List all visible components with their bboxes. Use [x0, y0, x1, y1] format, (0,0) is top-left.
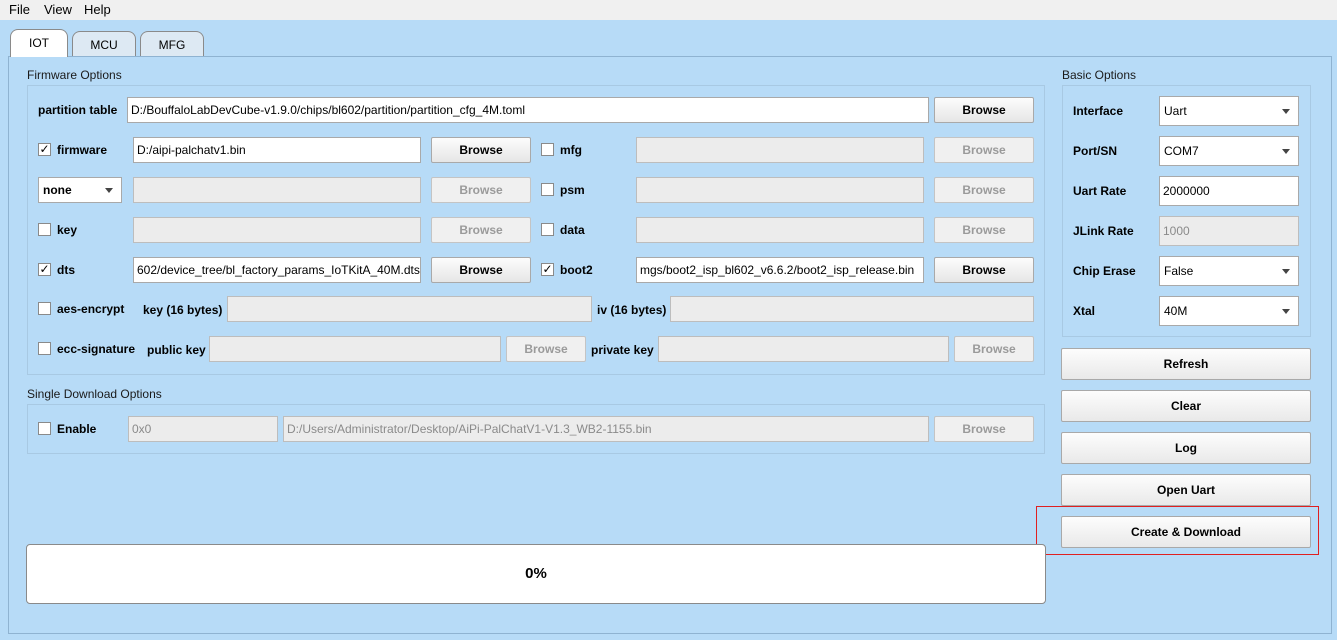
- private-key-label: private key: [591, 343, 654, 357]
- partition-type-select[interactable]: none: [38, 177, 122, 203]
- key-label: key: [57, 223, 78, 237]
- mfg-label: mfg: [560, 143, 582, 157]
- mfg-browse-button[interactable]: Browse: [934, 137, 1034, 163]
- chip-erase-value: False: [1164, 264, 1194, 278]
- psm-input[interactable]: [636, 177, 924, 203]
- xtal-label: Xtal: [1073, 304, 1096, 318]
- private-key-browse-button[interactable]: Browse: [954, 336, 1034, 362]
- partition-table-browse-button[interactable]: Browse: [934, 97, 1034, 123]
- private-key-input[interactable]: [658, 336, 949, 362]
- partition-table-label: partition table: [38, 103, 118, 117]
- basic-options-title: Basic Options: [1062, 68, 1137, 82]
- dts-checkbox[interactable]: ✓: [38, 263, 51, 276]
- jlink-rate-input[interactable]: 1000: [1159, 216, 1299, 246]
- single-download-enable-checkbox[interactable]: [38, 422, 51, 435]
- chevron-down-icon: [105, 188, 113, 193]
- firmware-options-title: Firmware Options: [27, 68, 122, 82]
- interface-select[interactable]: Uart: [1159, 96, 1299, 126]
- port-value: COM7: [1164, 144, 1199, 158]
- key-checkbox[interactable]: [38, 223, 51, 236]
- psm-browse-button[interactable]: Browse: [934, 177, 1034, 203]
- single-download-address-input[interactable]: 0x0: [128, 416, 278, 442]
- xtal-value: 40M: [1164, 304, 1188, 318]
- chip-erase-label: Chip Erase: [1073, 264, 1136, 278]
- clear-button[interactable]: Clear: [1061, 390, 1311, 422]
- key-browse-button[interactable]: Browse: [431, 217, 531, 243]
- menu-file[interactable]: File: [9, 2, 30, 17]
- boot2-checkbox[interactable]: ✓: [541, 263, 554, 276]
- key-input[interactable]: [133, 217, 421, 243]
- none-browse-button[interactable]: Browse: [431, 177, 531, 203]
- ecc-signature-label: ecc-signature: [57, 342, 136, 356]
- psm-label: psm: [560, 183, 585, 197]
- firmware-checkbox[interactable]: ✓: [38, 143, 51, 156]
- none-input[interactable]: [133, 177, 421, 203]
- refresh-button[interactable]: Refresh: [1061, 348, 1311, 380]
- public-key-browse-button[interactable]: Browse: [506, 336, 586, 362]
- uart-rate-input[interactable]: 2000000: [1159, 176, 1299, 206]
- single-download-enable-label: Enable: [57, 422, 97, 436]
- single-download-browse-button[interactable]: Browse: [934, 416, 1034, 442]
- firmware-browse-button[interactable]: Browse: [431, 137, 531, 163]
- boot2-input[interactable]: mgs/boot2_isp_bl602_v6.6.2/boot2_isp_rel…: [636, 257, 924, 283]
- aes-iv-input[interactable]: [670, 296, 1034, 322]
- chevron-down-icon: [1282, 269, 1290, 274]
- firmware-input[interactable]: D:/aipi-palchatv1.bin: [133, 137, 421, 163]
- tab-mfg[interactable]: MFG: [140, 31, 204, 57]
- aes-key-input[interactable]: [227, 296, 592, 322]
- aes-iv-label: iv (16 bytes): [597, 303, 667, 317]
- uart-rate-label: Uart Rate: [1073, 184, 1127, 198]
- mfg-checkbox[interactable]: [541, 143, 554, 156]
- dts-label: dts: [57, 263, 75, 277]
- menu-view[interactable]: View: [44, 2, 72, 17]
- tab-mcu[interactable]: MCU: [72, 31, 136, 57]
- chevron-down-icon: [1282, 309, 1290, 314]
- partition-type-value: none: [43, 183, 72, 197]
- boot2-label: boot2: [560, 263, 593, 277]
- progress-bar: 0%: [26, 544, 1046, 604]
- progress-label: 0%: [525, 565, 547, 582]
- data-label: data: [560, 223, 585, 237]
- menu-help[interactable]: Help: [84, 2, 111, 17]
- chevron-down-icon: [1282, 149, 1290, 154]
- aes-key-label: key (16 bytes): [143, 303, 223, 317]
- aes-encrypt-label: aes-encrypt: [57, 302, 125, 316]
- interface-value: Uart: [1164, 104, 1187, 118]
- port-label: Port/SN: [1073, 144, 1118, 158]
- psm-checkbox[interactable]: [541, 183, 554, 196]
- open-uart-button[interactable]: Open Uart: [1061, 474, 1311, 506]
- chevron-down-icon: [1282, 109, 1290, 114]
- public-key-input[interactable]: [209, 336, 501, 362]
- data-checkbox[interactable]: [541, 223, 554, 236]
- dts-browse-button[interactable]: Browse: [431, 257, 531, 283]
- data-browse-button[interactable]: Browse: [934, 217, 1034, 243]
- dts-input[interactable]: 602/device_tree/bl_factory_params_IoTKit…: [133, 257, 421, 283]
- port-select[interactable]: COM7: [1159, 136, 1299, 166]
- interface-label: Interface: [1073, 104, 1124, 118]
- aes-encrypt-checkbox[interactable]: [38, 302, 51, 315]
- data-input[interactable]: [636, 217, 924, 243]
- log-button[interactable]: Log: [1061, 432, 1311, 464]
- tab-iot[interactable]: IOT: [10, 29, 68, 57]
- single-download-title: Single Download Options: [27, 387, 162, 401]
- boot2-browse-button[interactable]: Browse: [934, 257, 1034, 283]
- public-key-label: public key: [147, 343, 206, 357]
- firmware-label: firmware: [57, 143, 108, 157]
- menu-bar: File View Help: [0, 0, 1337, 20]
- chip-erase-select[interactable]: False: [1159, 256, 1299, 286]
- partition-table-input[interactable]: D:/BouffaloLabDevCube-v1.9.0/chips/bl602…: [127, 97, 929, 123]
- create-download-button[interactable]: Create & Download: [1061, 516, 1311, 548]
- xtal-select[interactable]: 40M: [1159, 296, 1299, 326]
- mfg-input[interactable]: [636, 137, 924, 163]
- jlink-rate-label: JLink Rate: [1073, 224, 1134, 238]
- ecc-signature-checkbox[interactable]: [38, 342, 51, 355]
- single-download-file-input[interactable]: D:/Users/Administrator/Desktop/AiPi-PalC…: [283, 416, 929, 442]
